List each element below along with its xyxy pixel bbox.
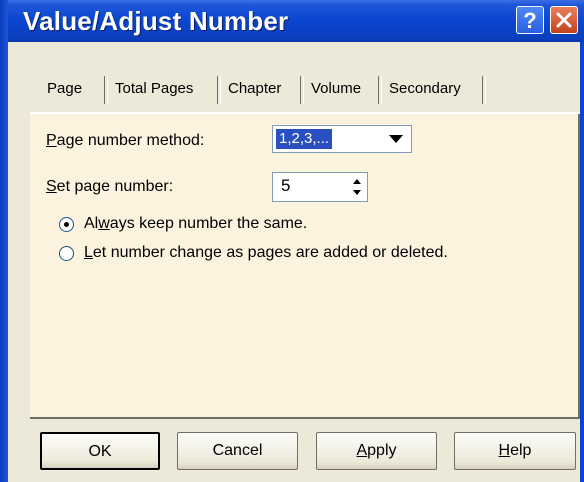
tab-secondary[interactable]: Secondary [389,80,461,97]
tab-separator [378,76,382,104]
radio-checked-dot [64,222,69,227]
page-number-method-value: 1,2,3,... [276,129,333,149]
tab-chapter[interactable]: Chapter [228,80,281,97]
set-page-number-label: Set page number: [46,178,174,195]
radio-let-change[interactable] [59,246,74,261]
window-frame-right [580,42,584,482]
spin-down-icon[interactable] [353,190,361,195]
window-title: Value/Adjust Number [23,6,289,36]
window-frame-left [0,0,8,482]
help-icon[interactable]: ? [516,6,544,34]
tab-volume[interactable]: Volume [311,80,361,97]
title-bar[interactable]: Value/Adjust Number ? [8,0,584,42]
dialog-window: Value/Adjust Number ? Page Total Pages C… [0,0,584,482]
tab-page[interactable]: Page [47,80,82,97]
page-number-method-select[interactable]: 1,2,3,... [272,125,412,153]
radio-let-change-label[interactable]: Let number change as pages are added or … [84,244,448,262]
spin-up-icon[interactable] [353,179,361,184]
tab-separator [482,76,486,104]
page-number-value: 5 [281,176,291,195]
chevron-down-icon[interactable] [389,135,403,143]
radio-keep-same-label[interactable]: Always keep number the same. [84,215,307,233]
ok-button[interactable]: OK [40,432,160,470]
radio-keep-same[interactable] [59,217,74,232]
tab-separator [217,76,221,104]
tab-panel-page [30,114,580,419]
apply-button[interactable]: Apply [316,432,437,470]
help-button[interactable]: Help [454,432,576,470]
close-icon[interactable] [550,6,578,34]
tab-separator [300,76,304,104]
page-number-method-label: Page number method: [46,132,205,149]
page-number-stepper[interactable]: 5 [272,172,368,202]
cancel-button[interactable]: Cancel [177,432,298,470]
tab-separator [104,76,108,104]
tab-total-pages[interactable]: Total Pages [115,80,193,97]
